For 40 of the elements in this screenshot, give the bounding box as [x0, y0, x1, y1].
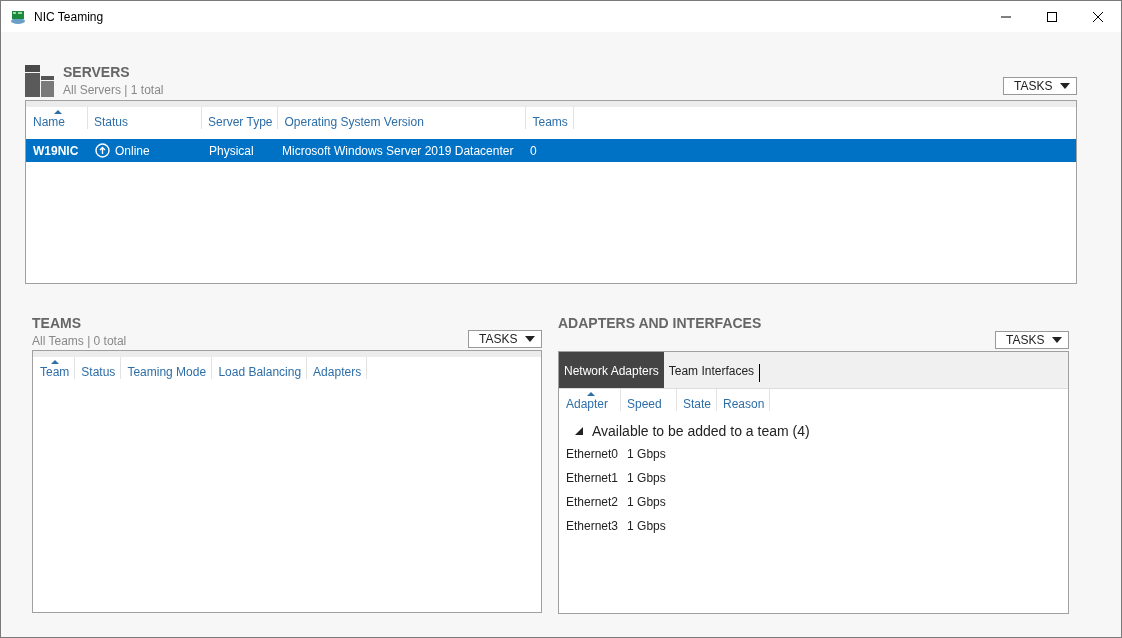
tasks-dropdown[interactable]: TASKS	[468, 330, 542, 348]
column-header[interactable]: Speed	[621, 389, 677, 411]
table-cell: Ethernet0	[566, 447, 619, 461]
section-title: TEAMS	[32, 315, 82, 331]
section-subtitle: All Servers | 1 total	[63, 83, 164, 97]
column-header[interactable]: Adapters	[307, 357, 368, 379]
column-header[interactable]: Load Balancing	[212, 357, 308, 379]
column-header[interactable]: Operating System Version	[278, 107, 527, 129]
table-cell: 1 Gbps	[627, 519, 666, 533]
column-header[interactable]: Status	[75, 357, 122, 379]
tasks-dropdown[interactable]: TASKS	[995, 331, 1069, 349]
column-header[interactable]: Adapter	[559, 389, 621, 411]
group-header[interactable]: Available to be added to a team (4)	[592, 423, 810, 439]
column-header[interactable]: State	[677, 389, 718, 411]
table-cell: 1 Gbps	[627, 471, 666, 485]
column-header[interactable]: Name	[26, 107, 88, 129]
table-cell: Ethernet2	[566, 495, 619, 509]
column-header[interactable]: Teams	[526, 107, 574, 129]
section-subtitle: All Teams | 0 total	[32, 334, 127, 348]
table-cell: W19NIC	[33, 143, 79, 158]
column-header[interactable]: Reason	[717, 389, 771, 411]
window-title: NIC Teaming	[34, 9, 104, 24]
table-cell: Ethernet3	[566, 519, 619, 533]
tab[interactable]: Team Interfaces	[663, 352, 760, 388]
table-cell: Physical	[209, 143, 254, 158]
status-text: Online	[115, 143, 150, 158]
server-row[interactable]: W19NIC Online Physical Microsoft Windows Server 2019 Datacenter 0	[26, 139, 1076, 162]
tab[interactable]: Network Adapters	[559, 352, 664, 388]
table-cell: 0	[530, 143, 537, 158]
column-header[interactable]: Team	[33, 357, 76, 379]
table-cell: 1 Gbps	[627, 447, 666, 461]
column-header[interactable]: Server Type	[202, 107, 279, 129]
table-cell: Ethernet1	[566, 471, 619, 485]
table-cell: 1 Gbps	[627, 495, 666, 509]
table-cell: Microsoft Windows Server 2019 Datacenter	[282, 143, 514, 158]
section-title: ADAPTERS AND INTERFACES	[558, 315, 762, 331]
section-title: SERVERS	[63, 64, 131, 80]
column-header[interactable]: Teaming Mode	[121, 357, 213, 379]
tasks-dropdown[interactable]: TASKS	[1003, 77, 1077, 95]
column-header[interactable]: Status	[88, 107, 202, 129]
